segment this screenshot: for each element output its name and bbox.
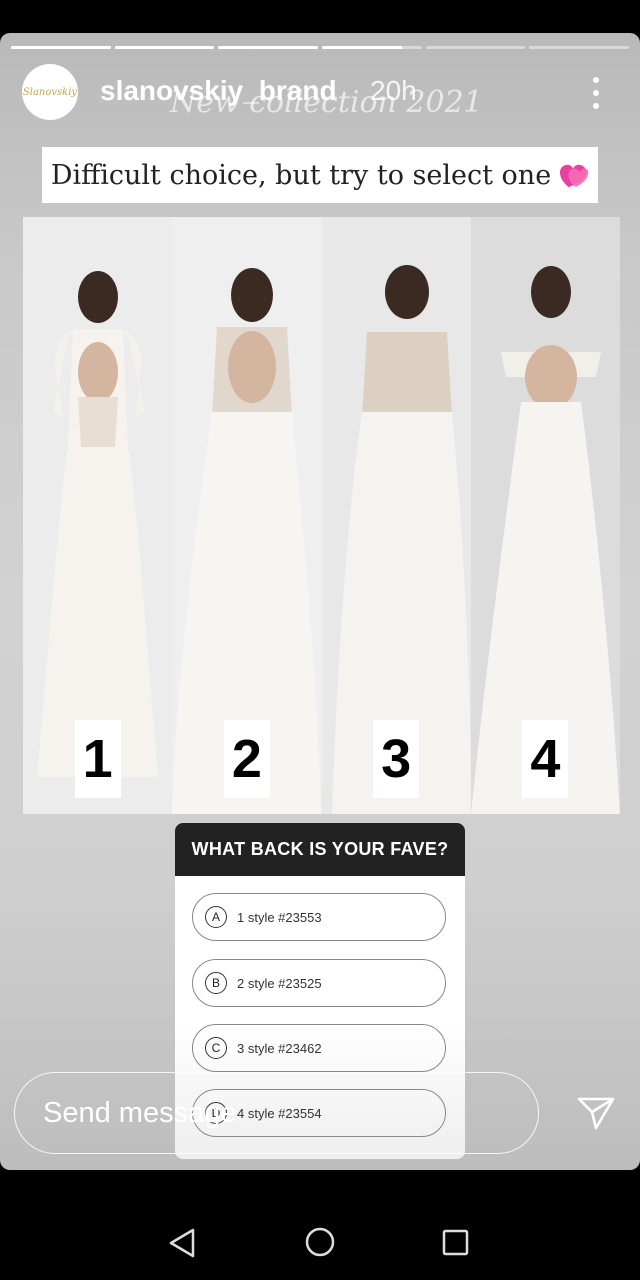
dress-collage: 1 2 3 4 bbox=[23, 217, 620, 814]
option-letter: B bbox=[205, 972, 227, 994]
status-bar bbox=[0, 0, 640, 32]
dress-number: 3 bbox=[373, 720, 420, 798]
option-letter: C bbox=[205, 1037, 227, 1059]
home-circle-icon[interactable] bbox=[305, 1227, 335, 1257]
story-container[interactable]: Slanovskiy New collection 2021 slanovski… bbox=[0, 33, 640, 1170]
dress-number: 2 bbox=[223, 720, 270, 798]
post-time: 20h bbox=[370, 75, 417, 106]
dress-number: 1 bbox=[74, 720, 121, 798]
option-letter: A bbox=[205, 906, 227, 928]
poll-option-a[interactable]: A 1 style #23553 bbox=[192, 893, 446, 941]
option-label: 3 style #23462 bbox=[237, 1040, 322, 1056]
progress-segment bbox=[11, 46, 111, 49]
poll-option-c[interactable]: C 3 style #23462 bbox=[192, 1024, 446, 1072]
message-placeholder: Send message bbox=[43, 1097, 237, 1129]
dress-photo-3: 3 bbox=[321, 217, 471, 814]
poll-question: WHAT BACK IS YOUR FAVE? bbox=[175, 823, 465, 876]
more-vertical-icon[interactable] bbox=[586, 77, 606, 109]
avatar-logo-text: Slanovskiy bbox=[22, 86, 78, 98]
avatar[interactable]: Slanovskiy bbox=[22, 64, 78, 120]
send-icon[interactable] bbox=[576, 1095, 616, 1131]
send-message-input[interactable]: Send message bbox=[14, 1072, 539, 1154]
caption-banner: Difficult choice, but try to select one bbox=[42, 147, 598, 203]
progress-segment bbox=[218, 46, 319, 49]
progress-segment bbox=[529, 46, 630, 49]
progress-segment bbox=[114, 46, 215, 49]
dress-number: 4 bbox=[522, 720, 569, 798]
progress-segment bbox=[322, 46, 422, 49]
heart-icon bbox=[560, 164, 589, 188]
caption-text: Difficult choice, but try to select one bbox=[50, 159, 552, 191]
recents-square-icon[interactable] bbox=[442, 1229, 469, 1256]
poll-option-b[interactable]: B 2 style #23525 bbox=[192, 959, 446, 1007]
story-progress-bar bbox=[11, 46, 630, 49]
username[interactable]: slanovskiy_brand bbox=[100, 75, 337, 107]
dress-photo-2: 2 bbox=[172, 217, 322, 814]
dress-photo-1: 1 bbox=[23, 217, 173, 814]
android-nav-bar bbox=[0, 1170, 640, 1280]
option-label: 1 style #23553 bbox=[237, 909, 322, 925]
dress-photo-4: 4 bbox=[470, 217, 620, 814]
progress-segment bbox=[425, 46, 526, 49]
back-triangle-icon[interactable] bbox=[168, 1228, 198, 1258]
option-label: 2 style #23525 bbox=[237, 975, 322, 991]
